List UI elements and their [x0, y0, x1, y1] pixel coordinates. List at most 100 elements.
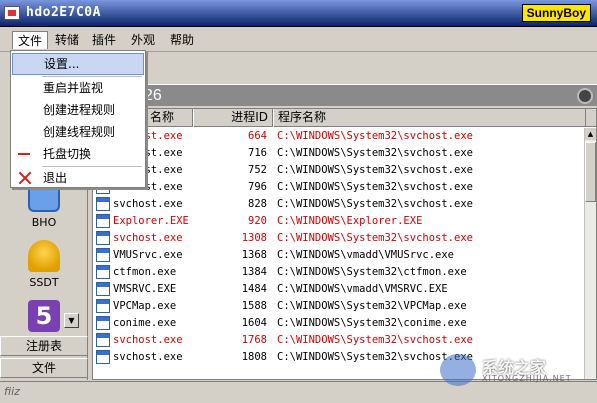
- table-row[interactable]: svchost.exe 828 C:\WINDOWS\System32\svchos…: [93, 196, 586, 213]
- table-row[interactable]: Explorer.EXE 920 C:\WINDOWS\Explorer.EXE: [93, 213, 586, 230]
- process-name: Explorer.EXE: [113, 215, 189, 227]
- sidebar-item-ssdt[interactable]: SSDT: [0, 236, 88, 294]
- menu-item-create-thread-rule[interactable]: 创建线程规则: [12, 121, 144, 143]
- process-icon: [96, 248, 110, 262]
- menu-bar: 文件 转储 插件 外观 帮助: [0, 28, 597, 52]
- menu-item-label: 创建进程规则: [43, 103, 116, 117]
- watermark: 系统之家 XITONGZHIJIA.NET: [440, 352, 590, 392]
- column-header-pid[interactable]: 进程ID: [193, 109, 273, 127]
- process-icon: [96, 350, 110, 364]
- menu-file[interactable]: 文件: [12, 31, 49, 49]
- process-id: 1484: [241, 283, 267, 295]
- table-row[interactable]: svchost.exe 796 C:\WINDOWS\System32\svchos…: [93, 179, 586, 196]
- scroll-thumb[interactable]: [585, 142, 596, 202]
- table-row[interactable]: svchost.exe 716 C:\WINDOWS\System32\svchos…: [93, 145, 586, 162]
- process-id: 1808: [241, 351, 267, 363]
- process-icon: [96, 299, 110, 313]
- process-id: 1384: [241, 266, 267, 278]
- process-name: VMSRVC.EXE: [113, 283, 177, 295]
- menu-item-create-process-rule[interactable]: 创建进程规则: [12, 99, 144, 121]
- process-name: svchost.exe: [113, 351, 183, 363]
- vertical-scrollbar[interactable]: ▲: [584, 128, 596, 379]
- menu-item-label: 创建线程规则: [43, 125, 116, 139]
- table-row[interactable]: svchost.exe 664 C:\WINDOWS\System32\svchos…: [93, 128, 586, 145]
- process-path: C:\WINDOWS\System32\svchost.exe: [277, 130, 473, 142]
- column-header-path[interactable]: 程序名称: [273, 109, 586, 127]
- process-id: 796: [248, 181, 267, 193]
- status-text: fiiz: [4, 385, 20, 398]
- process-icon: [96, 316, 110, 330]
- list-header: 名称 进程ID 程序名称: [93, 109, 596, 127]
- process-path: C:\WINDOWS\System32\svchost.exe: [277, 147, 473, 159]
- menu-item-label: 设置...: [44, 57, 80, 71]
- menu-item-restart-monitor[interactable]: 重启并监视: [12, 77, 144, 99]
- table-row[interactable]: svchost.exe 752 C:\WINDOWS\System32\svchos…: [93, 162, 586, 179]
- process-id: 1588: [241, 300, 267, 312]
- process-name: svchost.exe: [113, 334, 183, 346]
- process-path: C:\WINDOWS\Explorer.EXE: [277, 215, 423, 227]
- minus-icon: [18, 147, 32, 161]
- process-id: 1368: [241, 249, 267, 261]
- table-row[interactable]: VMSRVC.EXE 1484 C:\WINDOWS\vmadd\VMSRVC.EX…: [93, 281, 586, 298]
- process-path: C:\WINDOWS\System32\svchost.exe: [277, 232, 473, 244]
- process-id: 1604: [241, 317, 267, 329]
- panel-title: 26: [144, 87, 162, 104]
- process-path: C:\WINDOWS\System32\ctfmon.exe: [277, 266, 467, 278]
- process-list[interactable]: 名称 进程ID 程序名称 svchost.exe 664 C:\WINDOWS\Sy…: [92, 108, 597, 380]
- process-path: C:\WINDOWS\System32\svchost.exe: [277, 334, 473, 346]
- process-name: VPCMap.exe: [113, 300, 177, 312]
- table-row[interactable]: VMUSrvc.exe 1368 C:\WINDOWS\vmadd\VMUSrvc.…: [93, 247, 586, 264]
- five-icon: 5: [28, 300, 60, 332]
- bell-icon: [28, 240, 60, 272]
- scroll-up-icon[interactable]: ▲: [585, 128, 596, 140]
- menu-item-label: 托盘切换: [43, 147, 92, 161]
- menu-item-tray-toggle[interactable]: 托盘切换: [12, 143, 144, 165]
- process-name: conime.exe: [113, 317, 177, 329]
- menu-plugins[interactable]: 插件: [87, 31, 121, 49]
- watermark-subtext: XITONGZHIJIA.NET: [482, 374, 572, 383]
- process-name: VMUSrvc.exe: [113, 249, 183, 261]
- process-id: 920: [248, 215, 267, 227]
- menu-help[interactable]: 帮助: [165, 31, 199, 49]
- process-path: C:\WINDOWS\System32\svchost.exe: [277, 164, 473, 176]
- file-menu-dropdown: 设置... 重启并监视 创建进程规则 创建线程规则 托盘切换 退出: [10, 50, 146, 188]
- table-row[interactable]: svchost.exe 1768 C:\WINDOWS\System32\svcho…: [93, 332, 586, 349]
- process-icon: [96, 231, 110, 245]
- process-path: C:\WINDOWS\System32\conime.exe: [277, 317, 467, 329]
- menu-item-exit[interactable]: 退出: [12, 167, 144, 189]
- process-path: C:\WINDOWS\vmadd\VMUSrvc.exe: [277, 249, 455, 261]
- process-path: C:\WINDOWS\System32\svchost.exe: [277, 181, 473, 193]
- process-icon: [96, 214, 110, 228]
- process-name: svchost.exe: [113, 198, 183, 210]
- app-icon: [4, 6, 20, 20]
- process-id: 828: [248, 198, 267, 210]
- watermark-logo-icon: [440, 354, 476, 386]
- process-id: 1308: [241, 232, 267, 244]
- process-name: ctfmon.exe: [113, 266, 177, 278]
- title-bar[interactable]: hdo2E7C0A SunnyBoy: [0, 0, 597, 27]
- process-icon: [96, 333, 110, 347]
- process-path: C:\WINDOWS\System32\svchost.exe: [277, 198, 473, 210]
- table-row[interactable]: VPCMap.exe 1588 C:\WINDOWS\System32\VPCMap…: [93, 298, 586, 315]
- menu-dump[interactable]: 转储: [50, 31, 84, 49]
- list-rows: svchost.exe 664 C:\WINDOWS\System32\svchos…: [93, 128, 586, 366]
- process-id: 716: [248, 147, 267, 159]
- process-icon: [96, 265, 110, 279]
- brand-badge: SunnyBoy: [521, 4, 591, 22]
- process-id: 664: [248, 130, 267, 142]
- refresh-icon[interactable]: [577, 88, 593, 104]
- menu-item-settings[interactable]: 设置...: [12, 53, 144, 75]
- sidebar-button-file[interactable]: 文件: [0, 358, 88, 378]
- sidebar-scroll-down-button[interactable]: ▼: [64, 313, 79, 328]
- menu-item-label: 重启并监视: [43, 81, 104, 95]
- sidebar-button-registry[interactable]: 注册表: [0, 336, 88, 356]
- table-row[interactable]: ctfmon.exe 1384 C:\WINDOWS\System32\ctfmon…: [93, 264, 586, 281]
- table-row[interactable]: conime.exe 1604 C:\WINDOWS\System32\conime…: [93, 315, 586, 332]
- process-icon: [96, 282, 110, 296]
- menu-appearance[interactable]: 外观: [126, 31, 160, 49]
- close-icon: [18, 171, 32, 185]
- table-row[interactable]: svchost.exe 1308 C:\WINDOWS\System32\svcho…: [93, 230, 586, 247]
- panel-header: 26: [92, 84, 597, 106]
- process-name: svchost.exe: [113, 232, 183, 244]
- sidebar-item-label: BHO: [31, 216, 57, 229]
